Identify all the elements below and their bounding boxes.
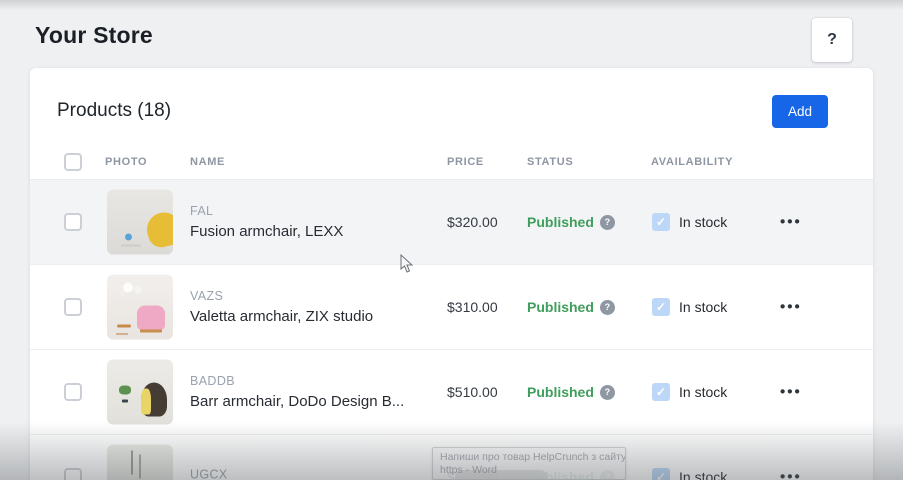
products-panel: Products (18) Add PHOTO NAME PRICE STATU… <box>30 68 873 480</box>
in-stock-checkbox[interactable]: ✓ <box>652 468 670 480</box>
status-help-icon[interactable]: ? <box>600 385 615 400</box>
brown-armchair-photo <box>107 360 173 425</box>
product-price: $310.00 <box>447 299 498 315</box>
product-price: $320.00 <box>447 214 498 230</box>
in-stock-label: In stock <box>679 214 727 230</box>
row-actions-menu[interactable]: ••• <box>780 214 802 231</box>
availability-cell: ✓ In stock <box>652 298 727 316</box>
help-button[interactable]: ? <box>812 18 852 62</box>
row-actions-menu[interactable]: ••• <box>780 469 802 480</box>
row-select-checkbox[interactable] <box>64 298 82 316</box>
product-sku: UGCX <box>190 468 228 480</box>
product-name-cell: UGCX <box>190 468 228 480</box>
add-product-button[interactable]: Add <box>772 95 828 128</box>
status-badge: Published <box>527 384 594 400</box>
product-name-cell: VAZS Valetta armchair, ZIX studio <box>190 289 373 325</box>
table-header-row: PHOTO NAME PRICE STATUS AVAILABILITY <box>30 145 873 180</box>
column-header-price: PRICE <box>447 156 484 168</box>
table-row: FAL Fusion armchair, LEXX $320.00 Publis… <box>30 180 873 265</box>
taskbar-tooltip: Напиши про товар HelpCrunch з сайту виро… <box>432 447 626 480</box>
column-header-photo: PHOTO <box>105 156 147 168</box>
select-all-checkbox[interactable] <box>64 153 82 171</box>
green-plant-photo <box>107 445 173 480</box>
product-name-cell: BADDB Barr armchair, DoDo Design B... <box>190 374 404 410</box>
product-price: $510.00 <box>447 384 498 400</box>
status-badge: Published <box>527 299 594 315</box>
in-stock-checkbox[interactable]: ✓ <box>652 383 670 401</box>
in-stock-checkbox[interactable]: ✓ <box>652 298 670 316</box>
page-title: Your Store <box>35 22 153 49</box>
availability-cell: ✓ In stock <box>652 213 727 231</box>
table-row: VAZS Valetta armchair, ZIX studio $310.0… <box>30 265 873 350</box>
product-sku: VAZS <box>190 289 373 303</box>
row-select-checkbox[interactable] <box>64 383 82 401</box>
row-actions-menu[interactable]: ••• <box>780 299 802 316</box>
in-stock-checkbox[interactable]: ✓ <box>652 213 670 231</box>
tooltip-line-2: https - Word <box>440 464 618 477</box>
column-header-availability: AVAILABILITY <box>651 156 733 168</box>
top-edge-band <box>0 0 903 10</box>
row-select-checkbox[interactable] <box>64 468 82 480</box>
status-help-icon[interactable]: ? <box>600 300 615 315</box>
product-name: Barr armchair, DoDo Design B... <box>190 393 404 410</box>
product-status-cell: Published ? <box>527 299 615 315</box>
product-status-cell: Published ? <box>527 384 615 400</box>
in-stock-label: In stock <box>679 299 727 315</box>
in-stock-label: In stock <box>679 384 727 400</box>
product-name: Valetta armchair, ZIX studio <box>190 308 373 325</box>
product-status-cell: Published ? <box>527 214 615 230</box>
table-row: BADDB Barr armchair, DoDo Design B... $5… <box>30 350 873 435</box>
column-header-name: NAME <box>190 156 225 168</box>
in-stock-label: In stock <box>679 469 727 480</box>
mouse-cursor <box>400 254 413 273</box>
product-sku: FAL <box>190 204 343 218</box>
status-badge: Published <box>527 214 594 230</box>
tooltip-line-1: Напиши про товар HelpCrunch з сайту виро… <box>440 451 618 464</box>
availability-cell: ✓ In stock <box>652 468 727 480</box>
row-select-checkbox[interactable] <box>64 213 82 231</box>
product-name: Fusion armchair, LEXX <box>190 223 343 240</box>
product-name-cell: FAL Fusion armchair, LEXX <box>190 204 343 240</box>
product-rows: FAL Fusion armchair, LEXX $320.00 Publis… <box>30 180 873 480</box>
pink-armchair-photo <box>107 275 173 340</box>
availability-cell: ✓ In stock <box>652 383 727 401</box>
status-help-icon[interactable]: ? <box>600 215 615 230</box>
product-sku: BADDB <box>190 374 404 388</box>
column-header-status: STATUS <box>527 156 573 168</box>
yellow-armchair-photo <box>107 190 173 255</box>
products-heading: Products (18) <box>57 100 171 122</box>
row-actions-menu[interactable]: ••• <box>780 384 802 401</box>
